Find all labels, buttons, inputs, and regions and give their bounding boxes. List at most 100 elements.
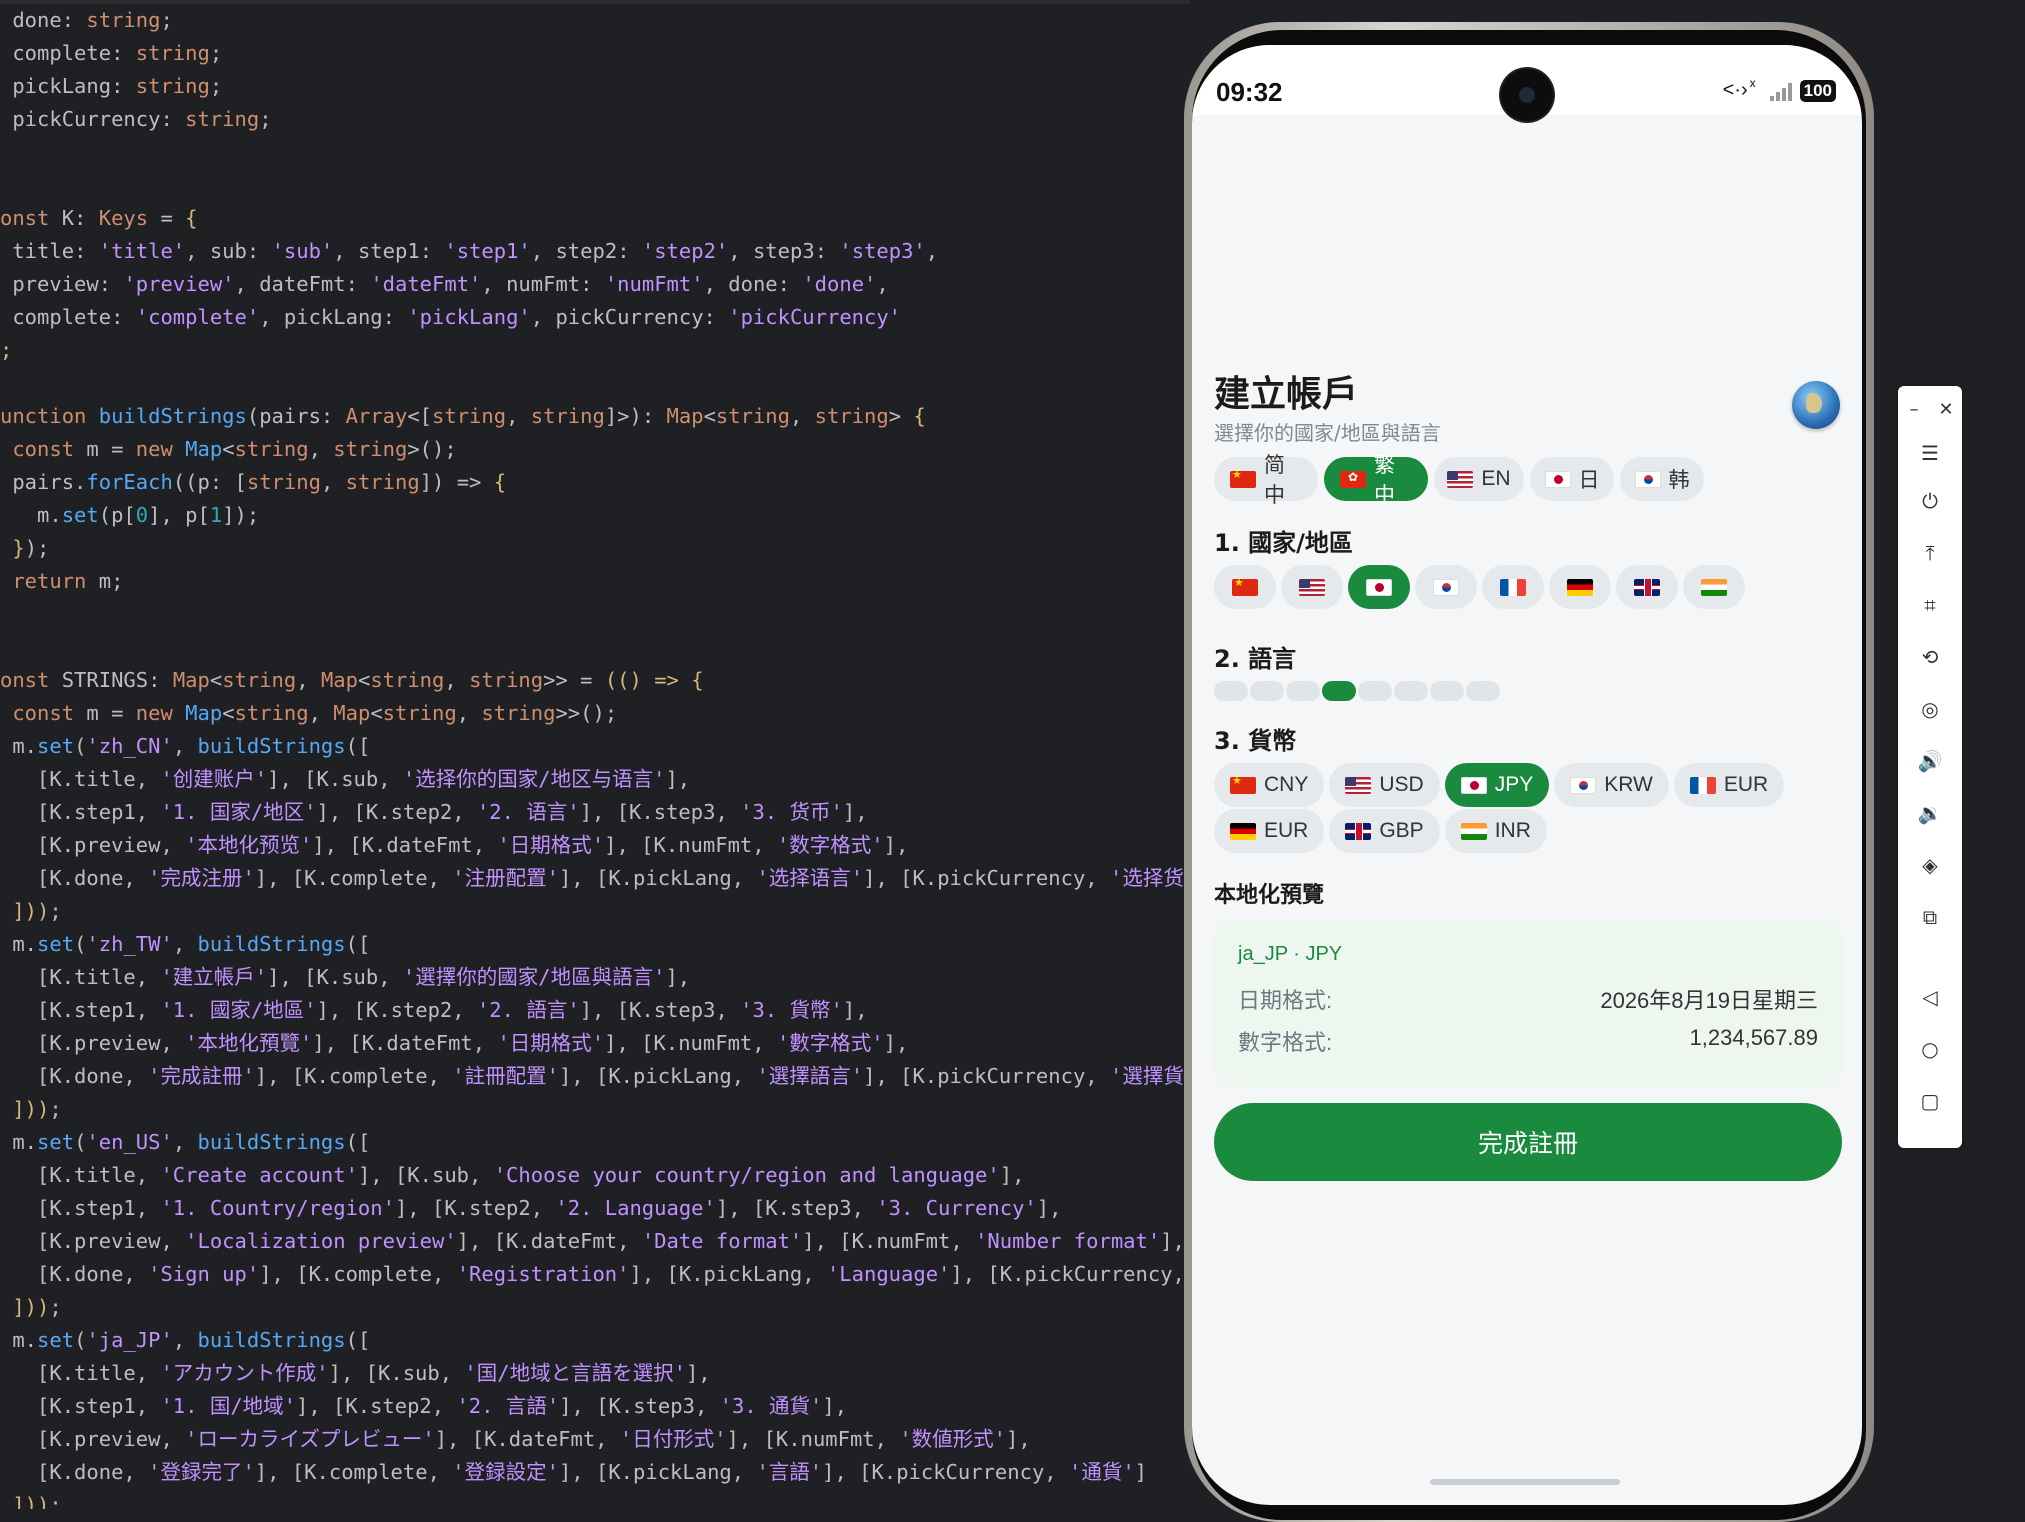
minimize-icon[interactable]: – bbox=[1898, 394, 1930, 424]
code-line[interactable]: }); bbox=[0, 532, 1190, 565]
code-line[interactable] bbox=[0, 598, 1190, 631]
globe-icon[interactable] bbox=[1792, 381, 1840, 429]
code-line[interactable]: [K.preview, 'Localization preview'], [K.… bbox=[0, 1225, 1190, 1258]
code-line[interactable]: title: 'title', sub: 'sub', step1: 'step… bbox=[0, 235, 1190, 268]
currency-chip[interactable]: EUR bbox=[1673, 763, 1785, 807]
currency-chip[interactable]: CNY bbox=[1214, 763, 1325, 807]
code-line[interactable]: [K.preview, 'ローカライズプレビュー'], [K.dateFmt, … bbox=[0, 1423, 1190, 1456]
language-option[interactable] bbox=[1466, 681, 1500, 701]
language-option[interactable] bbox=[1322, 681, 1356, 701]
upload-icon[interactable]: ⤒ bbox=[1898, 538, 1962, 568]
code-token: , bbox=[481, 272, 507, 296]
code-line[interactable]: pairs.forEach((p: [string, string]) => { bbox=[0, 466, 1190, 499]
code-line[interactable]: complete: 'complete', pickLang: 'pickLan… bbox=[0, 301, 1190, 334]
ui-language-chip[interactable]: 日 bbox=[1530, 457, 1614, 501]
home-indicator[interactable] bbox=[1430, 1479, 1620, 1485]
code-line[interactable]: m.set('en_US', buildStrings([ bbox=[0, 1126, 1190, 1159]
language-option[interactable] bbox=[1214, 681, 1248, 701]
language-option[interactable] bbox=[1286, 681, 1320, 701]
language-option[interactable] bbox=[1430, 681, 1464, 701]
currency-chip[interactable]: KRW bbox=[1554, 763, 1669, 807]
ui-language-chip[interactable]: EN bbox=[1434, 457, 1524, 501]
country-chip[interactable] bbox=[1482, 565, 1544, 609]
code-line[interactable]: [K.title, '创建账户'], [K.sub, '选择你的国家/地区与语言… bbox=[0, 763, 1190, 796]
eraser-icon[interactable]: ◈ bbox=[1898, 850, 1962, 880]
code-line[interactable]: [K.preview, '本地化預覽'], [K.dateFmt, '日期格式'… bbox=[0, 1027, 1190, 1060]
code-line[interactable]: return m; bbox=[0, 565, 1190, 598]
code-editor[interactable]: done: string; complete: string; pickLang… bbox=[0, 0, 1190, 1509]
code-line[interactable]: preview: 'preview', dateFmt: 'dateFmt', … bbox=[0, 268, 1190, 301]
currency-chip[interactable]: JPY bbox=[1444, 763, 1550, 807]
code-line[interactable]: [K.step1, '1. Country/region'], [K.step2… bbox=[0, 1192, 1190, 1225]
menu-icon[interactable]: ☰ bbox=[1898, 438, 1962, 468]
code-line[interactable]: onst STRINGS: Map<string, Map<string, st… bbox=[0, 664, 1190, 697]
code-line[interactable]: [K.preview, '本地化预览'], [K.dateFmt, '日期格式'… bbox=[0, 829, 1190, 862]
country-chip[interactable] bbox=[1549, 565, 1611, 609]
code-line[interactable] bbox=[0, 169, 1190, 202]
code-line[interactable]: [K.step1, '1. 国/地域'], [K.step2, '2. 言語']… bbox=[0, 1390, 1190, 1423]
ui-language-chip[interactable]: 繁中 bbox=[1324, 454, 1428, 507]
code-line[interactable]: [K.title, 'Create account'], [K.sub, 'Ch… bbox=[0, 1159, 1190, 1192]
rotate-icon[interactable]: ⟲ bbox=[1898, 642, 1962, 672]
back-icon[interactable]: ◁ bbox=[1898, 982, 1962, 1012]
volume-up-icon[interactable]: 🔊 bbox=[1898, 746, 1962, 776]
country-chip[interactable] bbox=[1415, 565, 1477, 609]
code-token: new bbox=[135, 701, 186, 725]
code-line[interactable]: m.set('ja_JP', buildStrings([ bbox=[0, 1324, 1190, 1357]
power-icon[interactable]: ⏻ bbox=[1898, 486, 1962, 516]
code-line[interactable]: unction buildStrings(pairs: Array<[strin… bbox=[0, 400, 1190, 433]
language-option[interactable] bbox=[1250, 681, 1284, 701]
volume-down-icon[interactable]: 🔉 bbox=[1898, 798, 1962, 828]
code-line[interactable] bbox=[0, 367, 1190, 400]
country-chip[interactable] bbox=[1683, 565, 1745, 609]
code-line[interactable]: m.set('zh_CN', buildStrings([ bbox=[0, 730, 1190, 763]
code-line[interactable]: m.set('zh_TW', buildStrings([ bbox=[0, 928, 1190, 961]
code-token: ], [K.dateFmt, bbox=[312, 1031, 498, 1055]
complete-registration-button[interactable]: 完成註冊 bbox=[1214, 1103, 1842, 1181]
location-icon[interactable]: ◎ bbox=[1898, 694, 1962, 724]
code-line[interactable]: [K.done, '完成註冊'], [K.complete, '註冊配置'], … bbox=[0, 1060, 1190, 1093]
code-line[interactable]: [K.done, 'Sign up'], [K.complete, 'Regis… bbox=[0, 1258, 1190, 1291]
currency-chip[interactable]: INR bbox=[1444, 809, 1547, 853]
home-icon[interactable]: ○ bbox=[1898, 1034, 1962, 1064]
language-option[interactable] bbox=[1358, 681, 1392, 701]
code-line[interactable]: [K.title, '建立帳戶'], [K.sub, '選擇你的國家/地區與語言… bbox=[0, 961, 1190, 994]
code-line[interactable]: [K.done, '登録完了'], [K.complete, '登録設定'], … bbox=[0, 1456, 1190, 1489]
country-chip[interactable] bbox=[1348, 565, 1410, 609]
ui-language-chip[interactable]: 韩 bbox=[1620, 457, 1704, 501]
code-line[interactable] bbox=[0, 136, 1190, 169]
country-chip[interactable] bbox=[1281, 565, 1343, 609]
country-chip[interactable] bbox=[1214, 565, 1276, 609]
code-line[interactable]: ])); bbox=[0, 1489, 1190, 1509]
screenshot-icon[interactable]: ⧉ bbox=[1898, 902, 1962, 932]
close-icon[interactable]: ✕ bbox=[1930, 394, 1962, 424]
ui-language-chip[interactable]: 简中 bbox=[1214, 454, 1318, 507]
code-line[interactable]: ])); bbox=[0, 1291, 1190, 1324]
code-line[interactable] bbox=[0, 631, 1190, 664]
code-line[interactable]: onst K: Keys = { bbox=[0, 202, 1190, 235]
currency-chip[interactable]: GBP bbox=[1329, 809, 1440, 853]
code-line[interactable]: ; bbox=[0, 334, 1190, 367]
code-line[interactable]: pickLang: string; bbox=[0, 70, 1190, 103]
code-line[interactable]: [K.step1, '1. 国家/地区'], [K.step2, '2. 语言'… bbox=[0, 796, 1190, 829]
code-line[interactable]: ])); bbox=[0, 895, 1190, 928]
code-line[interactable]: const m = new Map<string, string>(); bbox=[0, 433, 1190, 466]
code-line[interactable]: [K.step1, '1. 國家/地區'], [K.step2, '2. 語言'… bbox=[0, 994, 1190, 1027]
code-token: STRINGS: bbox=[61, 668, 173, 692]
code-line[interactable]: const m = new Map<string, Map<string, st… bbox=[0, 697, 1190, 730]
crop-icon[interactable]: ⌗ bbox=[1898, 590, 1962, 620]
code-line[interactable]: ])); bbox=[0, 1093, 1190, 1126]
language-option[interactable] bbox=[1394, 681, 1428, 701]
currency-chip[interactable]: EUR bbox=[1214, 809, 1325, 853]
code-area[interactable]: done: string; complete: string; pickLang… bbox=[0, 4, 1190, 1509]
country-chip[interactable] bbox=[1616, 565, 1678, 609]
overview-icon[interactable]: ▢ bbox=[1898, 1086, 1962, 1116]
code-line[interactable]: [K.title, 'アカウント作成'], [K.sub, '国/地域と言語を選… bbox=[0, 1357, 1190, 1390]
code-line[interactable]: done: string; bbox=[0, 4, 1190, 37]
code-line[interactable]: [K.done, '完成注册'], [K.complete, '注册配置'], … bbox=[0, 862, 1190, 895]
code-line[interactable]: pickCurrency: string; bbox=[0, 103, 1190, 136]
code-line[interactable]: m.set(p[0], p[1]); bbox=[0, 499, 1190, 532]
code-token: '数字格式' bbox=[776, 833, 884, 857]
code-line[interactable]: complete: string; bbox=[0, 37, 1190, 70]
currency-chip[interactable]: USD bbox=[1329, 763, 1440, 807]
